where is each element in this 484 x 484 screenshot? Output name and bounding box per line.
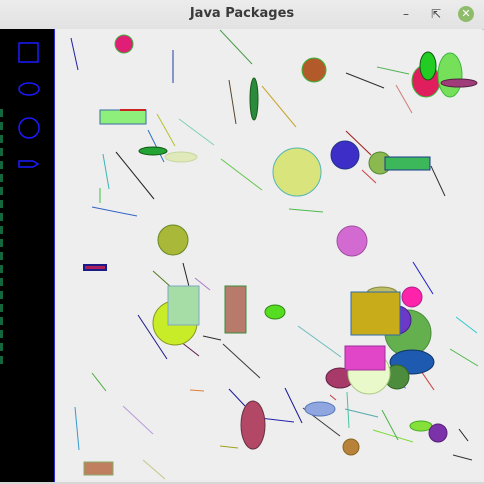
palette-tools <box>18 42 40 168</box>
close-icon[interactable]: ✕ <box>458 6 474 22</box>
canvas-drawing <box>70 29 479 480</box>
ellipse-tool-icon[interactable] <box>18 82 40 96</box>
title-bar[interactable]: Java Packages – ⇱ ✕ <box>0 0 484 30</box>
shape-palette <box>0 29 55 482</box>
rectangle-tool-icon[interactable] <box>18 42 39 63</box>
restore-icon[interactable]: ⇱ <box>428 6 444 22</box>
drawing-canvas[interactable] <box>55 29 482 480</box>
line-tool-icon[interactable] <box>18 160 40 168</box>
app-window: Java Packages – ⇱ ✕ <box>0 0 484 482</box>
circle-tool-icon[interactable] <box>18 117 40 139</box>
minimize-icon[interactable]: – <box>398 6 414 22</box>
